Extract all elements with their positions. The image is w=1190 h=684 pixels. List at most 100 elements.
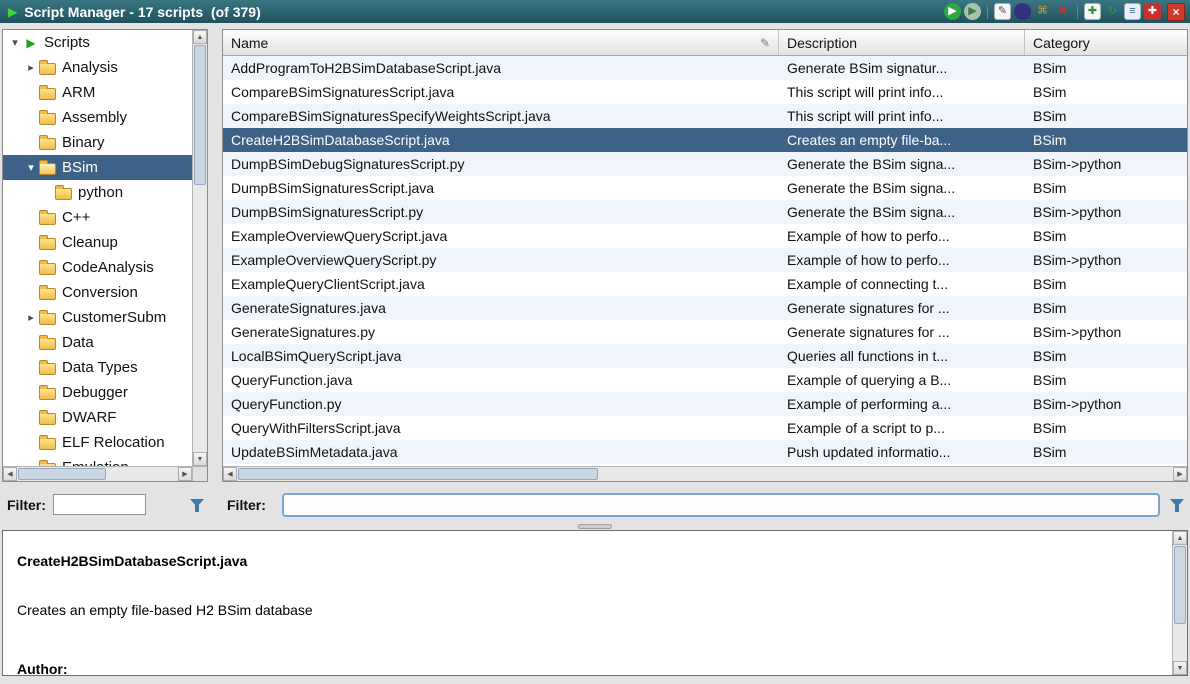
- tree-item-debugger[interactable]: Debugger: [3, 380, 192, 405]
- script-row-addprogramtoh2bsimdatabasescript-java[interactable]: AddProgramToH2BSimDatabaseScript.javaGen…: [223, 56, 1187, 80]
- script-row-queryfunction-py[interactable]: QueryFunction.pyExample of performing a.…: [223, 392, 1187, 416]
- tree-item-codeanalysis[interactable]: CodeAnalysis: [3, 255, 192, 280]
- run-script-icon[interactable]: ▶: [944, 3, 961, 20]
- script-row-comparebsimsignaturesspecifyweightsscript-java[interactable]: CompareBSimSignaturesSpecifyWeightsScrip…: [223, 104, 1187, 128]
- column-header-name[interactable]: Name ✎: [223, 30, 779, 55]
- script-manager-icon: ▶: [8, 5, 17, 19]
- open-folder-icon: [39, 163, 56, 175]
- detail-vertical-scrollbar[interactable]: ▲ ▼: [1172, 531, 1187, 675]
- table-horizontal-scrollbar[interactable]: ◀ ▶: [223, 466, 1187, 481]
- scroll-down-icon[interactable]: ▼: [193, 452, 207, 466]
- keybindings-icon[interactable]: ⌘: [1034, 3, 1051, 20]
- tree-item-label: DWARF: [62, 409, 116, 426]
- collapse-arrow-icon[interactable]: ▾: [23, 161, 39, 174]
- script-row-querywithfiltersscript-java[interactable]: QueryWithFiltersScript.javaExample of a …: [223, 416, 1187, 440]
- cell-description: Generate BSim signatur...: [779, 60, 1025, 76]
- cell-category: BSim: [1025, 228, 1187, 244]
- tree-item-assembly[interactable]: Assembly: [3, 105, 192, 130]
- scroll-thumb[interactable]: [18, 468, 106, 480]
- tree-item-arm[interactable]: ARM: [3, 80, 192, 105]
- scroll-right-icon[interactable]: ▶: [178, 467, 192, 481]
- table-filter-input[interactable]: [282, 493, 1160, 517]
- filter-options-icon[interactable]: [1168, 496, 1186, 514]
- script-row-dumpbsimsignaturesscript-py[interactable]: DumpBSimSignaturesScript.pyGenerate the …: [223, 200, 1187, 224]
- tree-item-label: ELF Relocation: [62, 434, 165, 451]
- script-row-generatesignatures-java[interactable]: GenerateSignatures.javaGenerate signatur…: [223, 296, 1187, 320]
- scroll-down-icon[interactable]: ▼: [1173, 661, 1187, 675]
- tree-horizontal-scrollbar[interactable]: ◀ ▶: [3, 466, 192, 481]
- tree-item-elf-relocation[interactable]: ELF Relocation: [3, 430, 192, 455]
- run-last-script-icon[interactable]: ▶: [964, 3, 981, 20]
- column-label: Name: [231, 35, 268, 51]
- collapse-arrow-icon[interactable]: ▾: [7, 36, 23, 49]
- tree-item-customersubm[interactable]: ▸ CustomerSubm: [3, 305, 192, 330]
- tree-item-label: Binary: [62, 134, 105, 151]
- tree-item-c[interactable]: C++: [3, 205, 192, 230]
- cell-description: This script will print info...: [779, 108, 1025, 124]
- tree-vertical-scrollbar[interactable]: ▲ ▼: [192, 30, 207, 466]
- tree-filter-input[interactable]: [53, 494, 146, 515]
- cell-category: BSim: [1025, 276, 1187, 292]
- titlebar[interactable]: ▶ Script Manager - 17 scripts (of 379) ▶…: [0, 0, 1190, 23]
- new-script-icon[interactable]: ✚: [1084, 3, 1101, 20]
- script-manager-window: ▶ Script Manager - 17 scripts (of 379) ▶…: [0, 0, 1190, 684]
- tree-item-binary[interactable]: Binary: [3, 130, 192, 155]
- filter-options-icon[interactable]: [188, 496, 206, 514]
- delete-script-icon[interactable]: ✖: [1054, 3, 1071, 20]
- script-row-exampleoverviewqueryscript-py[interactable]: ExampleOverviewQueryScript.pyExample of …: [223, 248, 1187, 272]
- tree-item-label: CodeAnalysis: [62, 259, 154, 276]
- scroll-thumb[interactable]: [1174, 546, 1186, 624]
- tree-item-scripts[interactable]: ▾▶Scripts: [3, 30, 192, 55]
- scroll-thumb[interactable]: [194, 45, 206, 185]
- expand-arrow-icon[interactable]: ▸: [23, 311, 39, 324]
- tree-item-analysis[interactable]: ▸Analysis: [3, 55, 192, 80]
- scroll-right-icon[interactable]: ▶: [1173, 467, 1187, 481]
- tree-item-data[interactable]: Data: [3, 330, 192, 355]
- eclipse-icon[interactable]: [1014, 3, 1031, 20]
- script-row-localbsimqueryscript-java[interactable]: LocalBSimQueryScript.javaQueries all fun…: [223, 344, 1187, 368]
- script-row-generatesignatures-py[interactable]: GenerateSignatures.pyGenerate signatures…: [223, 320, 1187, 344]
- horizontal-splitter[interactable]: [0, 522, 1190, 530]
- splitter-grip[interactable]: [578, 524, 612, 529]
- script-row-comparebsimsignaturesscript-java[interactable]: CompareBSimSignaturesScript.javaThis scr…: [223, 80, 1187, 104]
- tree-item-python[interactable]: python: [3, 180, 192, 205]
- tree-item-bsim[interactable]: ▾BSim: [3, 155, 192, 180]
- table-body: AddProgramToH2BSimDatabaseScript.javaGen…: [223, 56, 1187, 466]
- edit-script-icon[interactable]: ✎: [994, 3, 1011, 20]
- script-row-createh2bsimdatabasescript-java[interactable]: CreateH2BSimDatabaseScript.javaCreates a…: [223, 128, 1187, 152]
- cell-category: BSim->python: [1025, 204, 1187, 220]
- scroll-left-icon[interactable]: ◀: [3, 467, 17, 481]
- script-row-dumpbsimdebugsignaturesscript-py[interactable]: DumpBSimDebugSignaturesScript.pyGenerate…: [223, 152, 1187, 176]
- script-row-examplequeryclientscript-java[interactable]: ExampleQueryClientScript.javaExample of …: [223, 272, 1187, 296]
- scroll-up-icon[interactable]: ▲: [1173, 531, 1187, 545]
- tree-item-dwarf[interactable]: DWARF: [3, 405, 192, 430]
- column-header-category[interactable]: Category: [1025, 30, 1187, 55]
- vertical-splitter[interactable]: [208, 29, 222, 482]
- tree-item-emulation[interactable]: Emulation: [3, 455, 192, 466]
- script-row-updatebsimmetadata-java[interactable]: UpdateBSimMetadata.javaPush updated info…: [223, 440, 1187, 464]
- scroll-thumb[interactable]: [238, 468, 598, 480]
- tree-item-conversion[interactable]: Conversion: [3, 280, 192, 305]
- tree-item-cleanup[interactable]: Cleanup: [3, 230, 192, 255]
- cell-category: BSim: [1025, 420, 1187, 436]
- expand-arrow-icon[interactable]: ▸: [23, 61, 39, 74]
- scroll-up-icon[interactable]: ▲: [193, 30, 207, 44]
- scroll-left-icon[interactable]: ◀: [223, 467, 237, 481]
- cell-category: BSim: [1025, 180, 1187, 196]
- refresh-icon[interactable]: ↻: [1104, 3, 1121, 20]
- cell-description: Example of performing a...: [779, 396, 1025, 412]
- cell-name: QueryWithFiltersScript.java: [223, 420, 779, 436]
- folder-icon: [39, 313, 56, 325]
- cell-description: Generate signatures for ...: [779, 324, 1025, 340]
- script-directories-icon[interactable]: ≡: [1124, 3, 1141, 20]
- api-help-icon[interactable]: ✚: [1144, 3, 1161, 20]
- script-row-queryfunction-java[interactable]: QueryFunction.javaExample of querying a …: [223, 368, 1187, 392]
- cell-category: BSim->python: [1025, 396, 1187, 412]
- script-row-dumpbsimsignaturesscript-java[interactable]: DumpBSimSignaturesScript.javaGenerate th…: [223, 176, 1187, 200]
- tree-item-data-types[interactable]: Data Types: [3, 355, 192, 380]
- column-header-description[interactable]: Description: [779, 30, 1025, 55]
- folder-icon: [39, 263, 56, 275]
- tree-item-label: CustomerSubm: [62, 309, 166, 326]
- close-icon[interactable]: ×: [1167, 3, 1185, 21]
- script-row-exampleoverviewqueryscript-java[interactable]: ExampleOverviewQueryScript.javaExample o…: [223, 224, 1187, 248]
